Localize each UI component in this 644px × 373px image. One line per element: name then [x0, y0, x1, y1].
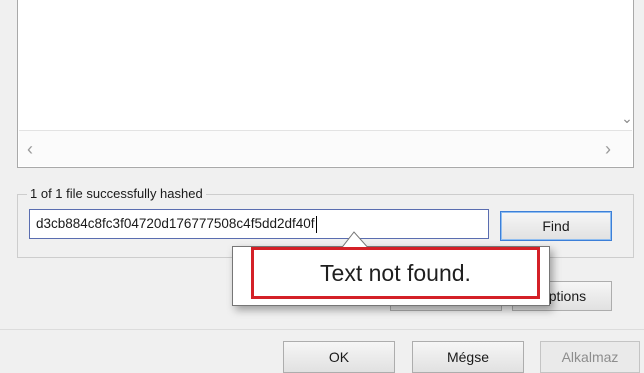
not-found-message: Text not found.: [320, 260, 471, 286]
cancel-button[interactable]: Mégse: [412, 341, 524, 373]
ok-button[interactable]: OK: [283, 341, 395, 373]
find-button[interactable]: Find: [500, 211, 612, 241]
footer-divider: [0, 329, 644, 330]
scroll-down-icon[interactable]: ⌄: [619, 110, 635, 126]
apply-button[interactable]: Alkalmaz: [540, 341, 640, 373]
results-list[interactable]: ⌄ ‹ ›: [17, 0, 634, 168]
scroll-right-icon[interactable]: ›: [605, 139, 611, 160]
scroll-left-icon[interactable]: ‹: [27, 139, 33, 160]
hash-status-legend: 1 of 1 file successfully hashed: [27, 186, 206, 201]
horizontal-scrollbar[interactable]: ‹ ›: [19, 130, 632, 166]
hash-value: d3cb884c8fc3f04720d176777508c4f5dd2df40f: [36, 216, 315, 231]
text-caret: [315, 215, 317, 233]
hash-input[interactable]: d3cb884c8fc3f04720d176777508c4f5dd2df40f: [29, 209, 489, 239]
